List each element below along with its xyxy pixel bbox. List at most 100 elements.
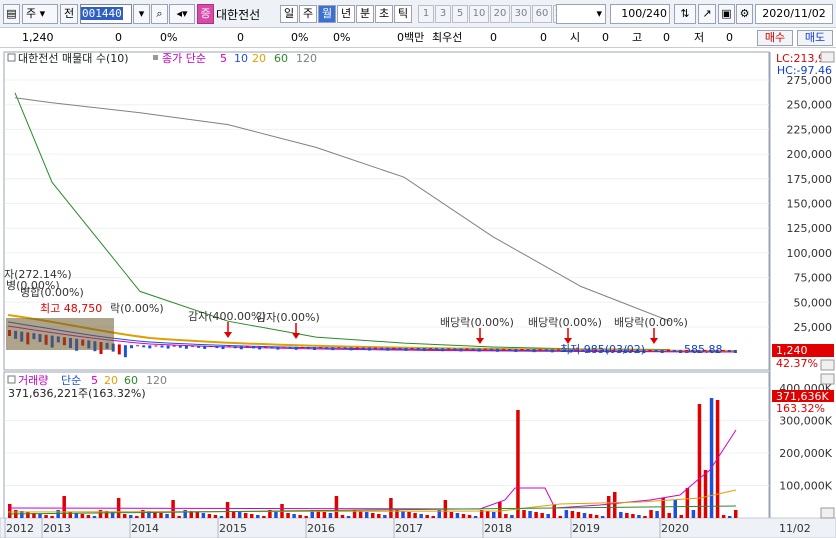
period-tab-0[interactable]: 일: [280, 5, 298, 23]
volume-legend-checkbox-icon[interactable]: [7, 375, 16, 384]
price-candle: [270, 346, 274, 349]
legend-ma-period: 10: [234, 52, 248, 65]
volume-bar: [413, 513, 417, 518]
event-label: 585.88: [684, 343, 723, 356]
price-candle: [538, 349, 542, 351]
interval-button-10[interactable]: 10: [469, 5, 489, 23]
volume-bar: [425, 515, 429, 518]
compare-icon[interactable]: ⇅: [674, 4, 696, 24]
date-input[interactable]: 2020/11/02: [755, 4, 833, 24]
volume-bar: [389, 498, 393, 518]
volume-bar: [467, 515, 472, 518]
volume-bar: [322, 512, 327, 518]
price-candle: [508, 348, 512, 351]
price-candle: [727, 350, 731, 352]
scroll-down-icon[interactable]: [820, 359, 835, 371]
price-candle: [136, 345, 140, 347]
volume-bar: [328, 513, 333, 518]
x-axis-last-date: 11/02: [779, 522, 811, 535]
legend-ma-period: 120: [296, 52, 317, 65]
event-label: 감자(0.00%): [256, 311, 320, 324]
price-candle: [221, 346, 225, 350]
price-y-tick: 50,000: [794, 296, 833, 309]
price-y-tick: 250,000: [787, 99, 833, 112]
scroll-up-icon[interactable]: [820, 51, 835, 63]
price-candle: [465, 348, 469, 350]
volume-bar: [691, 510, 696, 518]
stock-code-input[interactable]: 001440: [80, 4, 132, 24]
interval-button-20[interactable]: 20: [490, 5, 510, 23]
market2-button[interactable]: 전: [60, 4, 78, 24]
interval-button-3[interactable]: 3: [435, 5, 451, 23]
legend-square-icon: [153, 55, 158, 60]
price-candle: [252, 346, 255, 349]
volume-bar: [274, 511, 278, 518]
volume-bar: [135, 516, 139, 518]
legend-checkbox-icon[interactable]: [7, 53, 16, 62]
price-candle: [416, 348, 420, 351]
price-candle: [374, 347, 377, 349]
period-tab-6[interactable]: 틱: [394, 5, 412, 23]
sound-icon[interactable]: ◂▾: [169, 4, 195, 24]
interval-button-5[interactable]: 5: [452, 5, 468, 23]
x-tick-label: 2016: [307, 522, 335, 535]
volume-bar: [213, 515, 218, 518]
volume-bar: [504, 514, 508, 518]
settings-icon[interactable]: ⚙: [736, 4, 753, 24]
price-candle: [672, 350, 676, 352]
volume-bar: [613, 492, 617, 518]
interval-button-1[interactable]: 1: [418, 5, 434, 23]
interval-button-60[interactable]: 60: [532, 5, 552, 23]
price-candle: [154, 345, 158, 347]
price-candle: [160, 345, 164, 348]
volume-bar: [522, 510, 526, 518]
count-input[interactable]: 100/240: [610, 4, 670, 24]
volume-bar: [643, 516, 647, 518]
price-y-tick: 125,000: [787, 222, 833, 235]
period-tab-1[interactable]: 주: [299, 5, 317, 23]
market-select[interactable]: 주 ▾: [22, 4, 58, 24]
volume-bar: [26, 512, 30, 518]
volume-bar: [122, 514, 127, 518]
scroll-up-icon-2[interactable]: [820, 373, 835, 385]
period-tab-4[interactable]: 분: [356, 5, 374, 23]
volume: 0: [237, 31, 244, 44]
period-tab-5[interactable]: 초: [375, 5, 393, 23]
volume-bar: [207, 514, 212, 518]
event-label: 배당락(0.00%): [440, 316, 514, 329]
volume-bar: [528, 511, 532, 518]
sell-button[interactable]: 매도: [797, 30, 833, 46]
volume-bar: [588, 514, 593, 518]
draw-tool-icon[interactable]: ↗: [698, 4, 716, 24]
volume-bar: [637, 515, 641, 518]
volume-bar: [564, 510, 569, 518]
volume-bar: [485, 511, 490, 518]
price-y-tick: 25,000: [794, 321, 833, 334]
low-value: 0: [726, 31, 733, 44]
volume-bar: [570, 511, 575, 518]
interval-dropdown[interactable]: ▾: [556, 4, 606, 24]
price-candle: [227, 346, 231, 348]
save-icon[interactable]: ▣: [718, 4, 735, 24]
stock-chart[interactable]: 대한전선 매물대 수(10) 종가 단순 5 10 20 60 120 거래량 단순 5 20 60…: [0, 48, 836, 538]
best-ask-label: 최우선: [432, 31, 463, 44]
period-tab-3[interactable]: 년: [337, 5, 355, 23]
trade-amount: 0백만: [397, 31, 425, 44]
price-y-tick: 100,000: [787, 247, 833, 260]
interval-button-30[interactable]: 30: [511, 5, 531, 23]
volume-bar: [510, 515, 514, 518]
volume-bar: [141, 510, 145, 518]
price-candle: [398, 347, 402, 350]
search-icon[interactable]: ⌕: [151, 4, 168, 24]
price-candle: [300, 346, 304, 348]
last-price-value: 1,240: [776, 344, 808, 357]
price-candle: [550, 349, 554, 353]
hc-label: HC:-97.46: [777, 64, 832, 77]
period-tab-2[interactable]: 월: [318, 5, 336, 23]
buy-button[interactable]: 매수: [757, 30, 793, 46]
price-candle: [666, 350, 670, 351]
scroll-down-icon-2[interactable]: [820, 507, 835, 519]
menu-icon[interactable]: ▤: [3, 4, 20, 24]
code-dropdown-icon[interactable]: ▾: [133, 4, 150, 24]
volume-bar: [534, 512, 538, 518]
